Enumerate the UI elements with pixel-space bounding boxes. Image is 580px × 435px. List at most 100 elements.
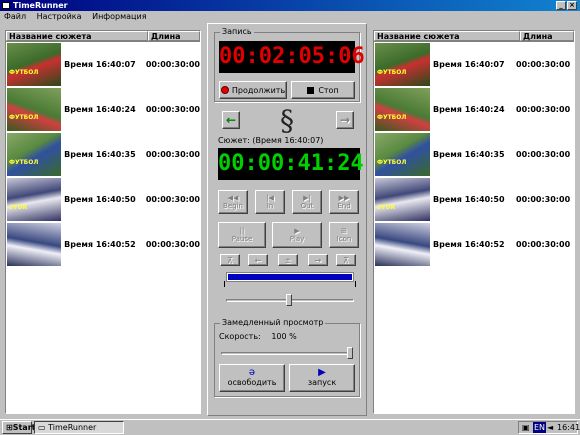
column-header-name[interactable]: Название сюжета xyxy=(374,31,520,41)
end-label: End xyxy=(337,202,351,210)
pause-button[interactable]: || Pause xyxy=(218,222,266,248)
record-label: Запись xyxy=(220,27,254,36)
app-icon: ▭ xyxy=(38,423,46,432)
list-item[interactable]: Время 16:40:52 00:00:30:00 xyxy=(6,222,200,267)
clip-time: Время 16:40:24 xyxy=(64,105,136,114)
jump-end-button[interactable]: ⊼ xyxy=(336,254,356,266)
output-clip-list[interactable]: Название сюжета Длина ФУТБОЛ Время 16:40:… xyxy=(373,30,575,414)
position-track[interactable] xyxy=(226,272,354,282)
thumbnail-logo: ФУТБОЛ xyxy=(9,159,39,166)
clip-duration: 00:00:30:00 xyxy=(145,240,200,249)
menu-bar: Файл Настройка Информация xyxy=(0,11,580,23)
column-header-duration[interactable]: Длина xyxy=(520,31,574,41)
position-fill xyxy=(228,274,352,280)
speaker-icon[interactable]: ◄ xyxy=(547,422,553,433)
list-item[interactable]: STOR Время 16:40:50 00:00:30:00 xyxy=(374,177,574,222)
jump-top-button[interactable]: ⊼ xyxy=(220,254,240,266)
source-clip-list[interactable]: Название сюжета Длина ФУТБОЛ Время 16:40:… xyxy=(5,30,201,414)
start-button[interactable]: ▶ запуск xyxy=(289,364,355,392)
slow-motion-group: Замедленный просмотр Скорость: 100 % ə ос… xyxy=(214,318,360,397)
thumbnail-logo: STOR xyxy=(377,204,396,211)
app-icon xyxy=(2,2,10,9)
list-item[interactable]: ФУТБОЛ Время 16:40:07 00:00:30:00 xyxy=(6,42,200,87)
clip-duration: 00:00:30:00 xyxy=(145,150,200,159)
clip-thumbnail: ФУТБОЛ xyxy=(7,133,62,176)
speed-track[interactable] xyxy=(221,352,353,355)
rewind-icon: ◀◀ xyxy=(227,194,239,202)
clip-thumbnail: ФУТБОЛ xyxy=(375,43,430,86)
in-button[interactable]: |◀ In xyxy=(255,190,285,214)
list-item[interactable]: ФУТБОЛ Время 16:40:24 00:00:30:00 xyxy=(374,87,574,132)
clip-time: Время 16:40:35 xyxy=(433,150,505,159)
column-header-name[interactable]: Название сюжета xyxy=(6,31,148,41)
start-label: запуск xyxy=(307,378,337,387)
icon-button[interactable]: ⊞ Icon xyxy=(329,222,359,248)
language-indicator[interactable]: EN xyxy=(533,422,547,433)
out-button[interactable]: ▶| Out xyxy=(292,190,322,214)
play-icon: ▶ xyxy=(294,227,300,235)
list-item[interactable]: STOR Время 16:40:50 00:00:30:00 xyxy=(6,177,200,222)
taskbar: ⊞Start ▭ TimeRunner ▣ EN ◄ 16:41 xyxy=(0,419,580,435)
start-button[interactable]: ⊞Start xyxy=(2,421,35,434)
arrow-left-icon: ← xyxy=(225,113,237,127)
next-clip-button[interactable]: → xyxy=(336,111,354,129)
clip-thumbnail: ФУТБОЛ xyxy=(7,88,62,131)
thumbnail-logo: ФУТБОЛ xyxy=(377,114,407,121)
clip-thumbnail: ФУТБОЛ xyxy=(375,88,430,131)
list-item[interactable]: ФУТБОЛ Время 16:40:07 00:00:30:00 xyxy=(374,42,574,87)
arrow-top-icon: ⊼ xyxy=(227,255,233,265)
stop-button[interactable]: Стоп xyxy=(291,81,355,99)
taskbar-item-timerunner[interactable]: ▭ TimeRunner xyxy=(34,421,124,434)
prev-clip-button[interactable]: ← xyxy=(222,111,240,129)
record-dot-icon xyxy=(220,86,229,94)
clip-duration: 00:00:30:00 xyxy=(145,105,200,114)
play-label: Play xyxy=(289,235,305,243)
clip-thumbnail: ФУТБОЛ xyxy=(7,43,62,86)
clip-duration: 00:00:30:00 xyxy=(516,105,571,114)
control-panel: Запись 00:02:05:06 Продолжить Стоп ← § →… xyxy=(207,23,367,416)
clip-duration: 00:00:30:00 xyxy=(516,60,571,69)
speed-thumb[interactable] xyxy=(347,347,353,359)
minimize-button[interactable]: _ xyxy=(556,1,566,10)
fast-forward-icon: ▶▶ xyxy=(338,194,350,202)
step-forward-button[interactable]: → xyxy=(308,254,328,266)
begin-label: Begin xyxy=(223,202,243,210)
thumbnail-logo: ФУТБОЛ xyxy=(377,159,407,166)
pause-icon: || xyxy=(239,227,245,235)
main-window: TimeRunner _ × Файл Настройка Информация… xyxy=(0,0,580,419)
list-item[interactable]: Время 16:40:52 00:00:30:00 xyxy=(374,222,574,267)
list-item[interactable]: ФУТБОЛ Время 16:40:35 00:00:30:00 xyxy=(374,132,574,177)
arrow-left-icon: ← xyxy=(254,255,262,265)
marker-button[interactable]: ± xyxy=(278,254,298,266)
menu-file[interactable]: Файл xyxy=(4,12,26,21)
close-button[interactable]: × xyxy=(567,1,577,10)
clock: 16:41 xyxy=(557,423,580,432)
continue-button[interactable]: Продолжить xyxy=(219,81,287,99)
thumbnail-logo: ФУТБОЛ xyxy=(9,114,39,121)
title-bar: TimeRunner _ × xyxy=(0,0,580,11)
clip-label: Сюжет: (Время 16:40:07) xyxy=(218,136,324,145)
menu-info[interactable]: Информация xyxy=(92,12,146,21)
clip-time: Время 16:40:07 xyxy=(64,60,136,69)
play-button[interactable]: ▶ Play xyxy=(272,222,322,248)
step-back-button[interactable]: ← xyxy=(248,254,268,266)
icon-label: Icon xyxy=(336,235,352,243)
release-icon: ə xyxy=(248,367,256,378)
clip-time: Время 16:40:50 xyxy=(64,195,136,204)
arrow-right-icon: → xyxy=(339,113,351,127)
speed-value: 100 xyxy=(271,332,287,341)
list-item[interactable]: ФУТБОЛ Время 16:40:24 00:00:30:00 xyxy=(6,87,200,132)
release-button[interactable]: ə освободить xyxy=(219,364,285,392)
marker-icon: ± xyxy=(284,255,292,265)
scrub-thumb[interactable] xyxy=(286,294,292,306)
column-header-duration[interactable]: Длина xyxy=(148,31,200,41)
clip-timecode: 00:00:41:24 xyxy=(218,148,364,180)
begin-button[interactable]: ◀◀ Begin xyxy=(218,190,248,214)
list-item[interactable]: ФУТБОЛ Время 16:40:35 00:00:30:00 xyxy=(6,132,200,177)
end-button[interactable]: ▶▶ End xyxy=(329,190,359,214)
clip-thumbnail xyxy=(7,223,62,266)
network-icon[interactable]: ▣ xyxy=(522,422,530,433)
menu-settings[interactable]: Настройка xyxy=(37,12,82,21)
clip-duration: 00:00:30:00 xyxy=(516,195,571,204)
stop-label: Стоп xyxy=(318,85,339,95)
